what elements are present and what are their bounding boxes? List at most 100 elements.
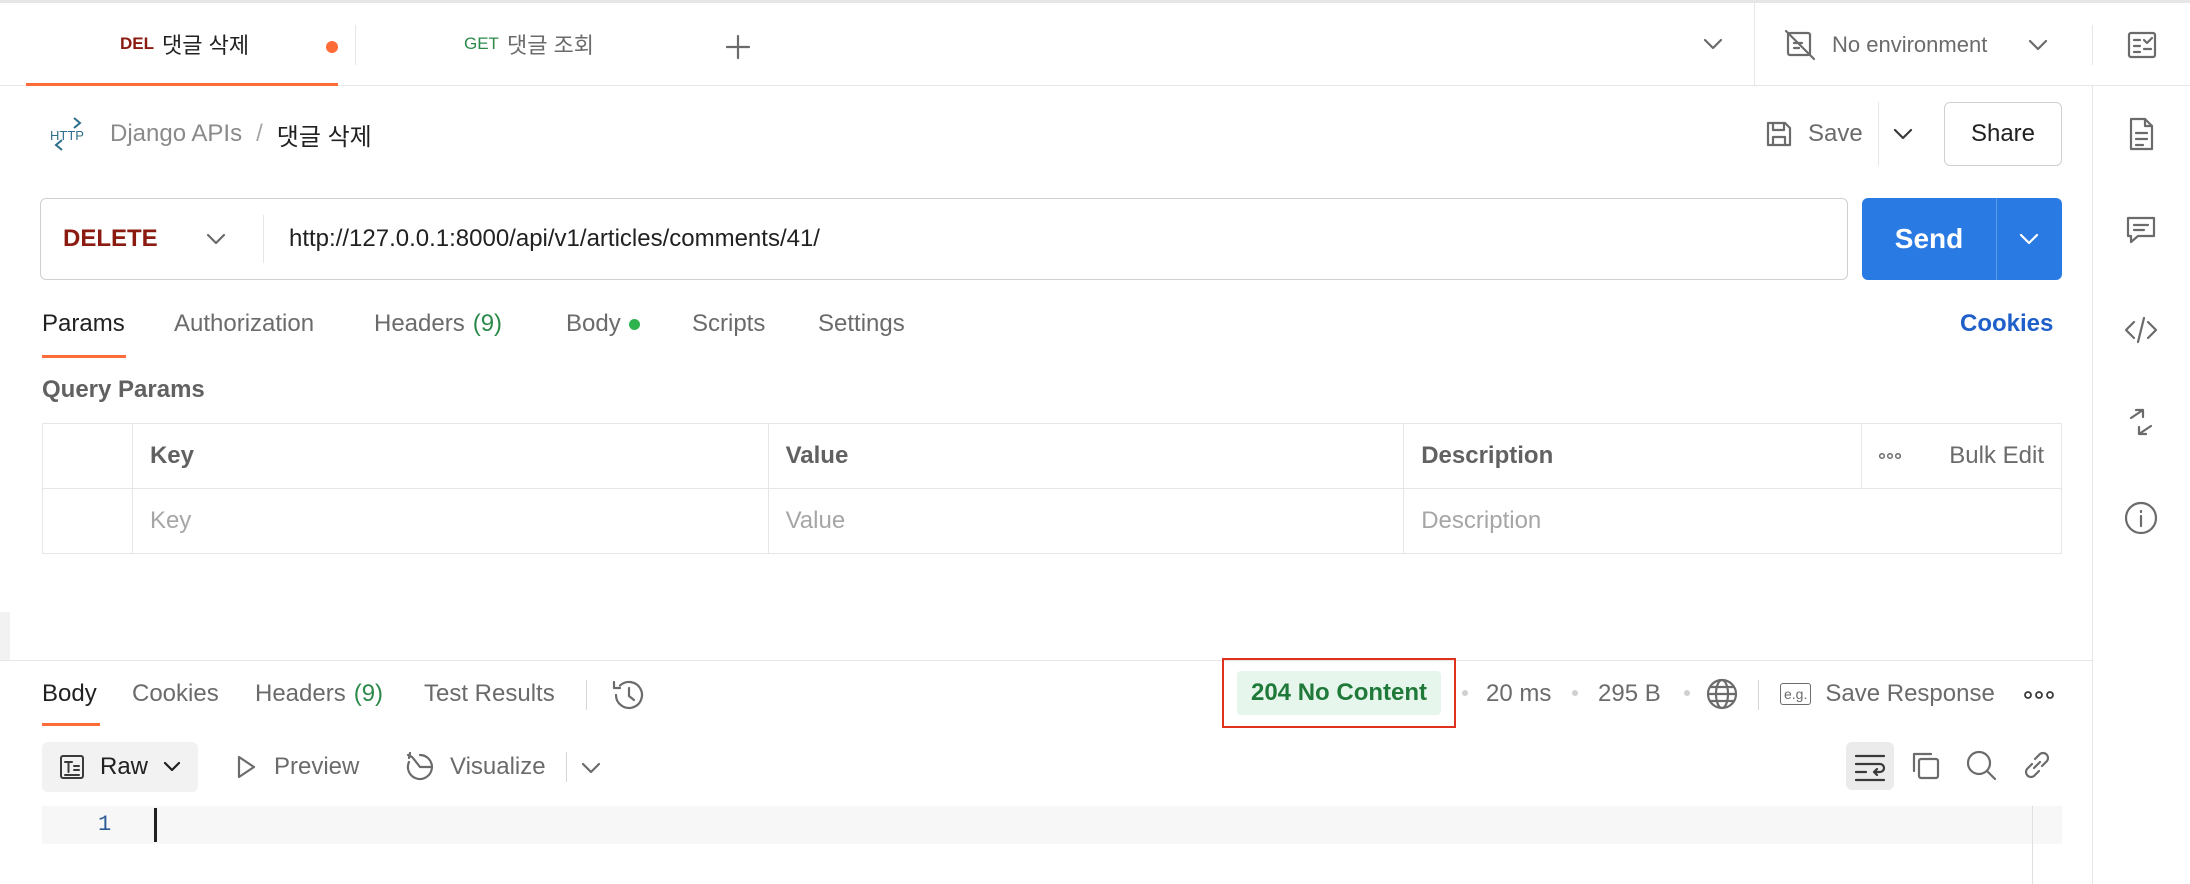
chevron-down-icon	[163, 761, 181, 772]
response-size[interactable]: 295 B	[1598, 680, 1661, 708]
status-badge[interactable]: 204 No Content	[1236, 671, 1441, 715]
save-response-button[interactable]: e.g. Save Response	[1780, 676, 1995, 712]
save-button[interactable]: Save	[1764, 116, 1863, 152]
body-label: Body	[566, 310, 621, 337]
query-params-title: Query Params	[42, 376, 205, 403]
share-button[interactable]: Share	[1944, 102, 2062, 166]
tab-divider	[1754, 3, 1755, 85]
preview-button[interactable]: Preview	[234, 750, 359, 784]
tab-settings[interactable]: Settings	[818, 310, 905, 348]
meta-divider	[1758, 680, 1759, 710]
copy-icon[interactable]	[1908, 748, 1942, 782]
environment-label: No environment	[1832, 32, 1988, 57]
response-editor[interactable]	[42, 806, 2062, 844]
response-more-options-icon[interactable]	[2024, 690, 2054, 700]
response-body-active-indicator	[42, 723, 100, 726]
save-options-chevron-icon[interactable]	[1892, 126, 1914, 142]
tab-delete-comment[interactable]: DEL 댓글 삭제	[120, 3, 249, 85]
search-icon[interactable]	[1964, 748, 1998, 782]
chevron-down-icon	[2029, 39, 2048, 51]
wrap-lines-icon	[1854, 754, 1886, 782]
http-request-icon: HTTP	[50, 117, 84, 151]
svg-text:HTTP: HTTP	[50, 128, 84, 143]
params-active-indicator	[42, 355, 126, 358]
tab-headers[interactable]: Headers (9)	[374, 310, 502, 348]
tab-params[interactable]: Params	[42, 310, 125, 348]
save-response-label: Save Response	[1825, 680, 1995, 707]
comments-icon[interactable]	[2125, 214, 2157, 246]
breadcrumb-collection[interactable]: Django APIs	[110, 120, 242, 148]
row-checkbox-cell	[42, 488, 133, 554]
url-text: http://127.0.0.1:8000/api/v1/articles/co…	[289, 224, 820, 252]
save-label: Save	[1808, 120, 1863, 147]
query-params-table: Key Value Description Bulk Edit Key Valu…	[42, 423, 2062, 554]
response-tab-test-results[interactable]: Test Results	[424, 680, 555, 708]
unsaved-indicator	[326, 41, 338, 53]
send-options-chevron-icon[interactable]	[2018, 231, 2040, 247]
tab-bar: DEL 댓글 삭제 GET 댓글 조회 No environment	[0, 0, 2190, 86]
tab-body[interactable]: Body	[566, 310, 640, 348]
code-snippet-icon[interactable]	[2123, 314, 2159, 346]
response-time[interactable]: 20 ms	[1486, 680, 1551, 708]
url-input[interactable]: http://127.0.0.1:8000/api/v1/articles/co…	[289, 199, 1829, 278]
visualize-options-chevron-icon[interactable]	[580, 760, 602, 776]
editor-scrollbar-track[interactable]	[2032, 806, 2033, 884]
send-button-group: Send	[1862, 198, 2062, 280]
more-options-icon[interactable]	[1879, 452, 1902, 460]
key-input[interactable]: Key	[131, 488, 769, 554]
format-selector-raw[interactable]: Raw	[42, 742, 198, 792]
active-tab-indicator	[26, 83, 338, 86]
meta-separator-dot	[1684, 690, 1690, 696]
headers-count: (9)	[472, 310, 503, 337]
visualize-label: Visualize	[450, 753, 546, 780]
link-icon[interactable]	[2020, 748, 2054, 782]
wrap-lines-button[interactable]	[1846, 742, 1894, 790]
tab-method: DEL	[120, 34, 154, 53]
send-label: Send	[1894, 223, 1964, 254]
tab-get-comment[interactable]: GET 댓글 조회	[464, 3, 594, 85]
table-header-row: Key Value Description Bulk Edit	[42, 423, 2062, 489]
info-icon[interactable]	[2123, 500, 2159, 536]
value-column-header: Value	[767, 423, 1405, 489]
network-globe-icon[interactable]	[1704, 676, 1740, 712]
save-icon	[1766, 121, 1792, 147]
history-icon[interactable]	[610, 678, 646, 712]
send-button[interactable]: Send	[1862, 198, 1996, 280]
line-number: 1	[98, 812, 112, 837]
tab-divider	[2092, 25, 2093, 65]
play-icon	[237, 755, 256, 779]
status-highlight-box: 204 No Content	[1222, 658, 1456, 728]
tab-scripts[interactable]: Scripts	[692, 310, 765, 348]
tabs-dropdown-chevron-icon[interactable]	[1702, 36, 1724, 52]
description-input[interactable]: Description	[1403, 488, 2062, 554]
related-collections-icon[interactable]	[2127, 406, 2155, 438]
method-selector[interactable]: DELETE	[41, 199, 263, 278]
documentation-icon[interactable]	[2125, 116, 2157, 152]
cookies-link[interactable]: Cookies	[1960, 310, 2053, 348]
url-divider	[263, 215, 264, 263]
visualize-icon	[406, 751, 433, 781]
visualize-button[interactable]: Visualize	[404, 750, 546, 784]
tab-method: GET	[464, 34, 499, 53]
format-label: Raw	[100, 753, 149, 780]
meta-separator-dot	[1462, 690, 1468, 696]
breadcrumb-separator: /	[256, 120, 263, 147]
right-sidebar	[2092, 86, 2190, 884]
response-tab-cookies[interactable]: Cookies	[132, 680, 219, 708]
preview-label: Preview	[274, 753, 360, 780]
environment-quick-look-icon[interactable]	[2126, 29, 2158, 61]
example-eg-icon: e.g.	[1780, 683, 1812, 705]
response-headers-count: (9)	[353, 680, 384, 707]
environment-selector[interactable]: No environment	[1784, 25, 2049, 65]
text-cursor	[154, 808, 157, 842]
value-input[interactable]: Value	[767, 488, 1405, 554]
description-column-header: Description	[1403, 423, 1863, 489]
tab-divider	[355, 25, 356, 65]
breadcrumb-request-name[interactable]: 댓글 삭제	[277, 117, 372, 152]
new-tab-plus-icon[interactable]	[724, 33, 752, 61]
bulk-edit-button[interactable]: Bulk Edit	[1949, 442, 2044, 470]
response-tab-body[interactable]: Body	[42, 680, 97, 708]
response-tab-headers[interactable]: Headers (9)	[255, 680, 383, 708]
key-column-header: Key	[131, 423, 769, 489]
tab-authorization[interactable]: Authorization	[174, 310, 314, 348]
